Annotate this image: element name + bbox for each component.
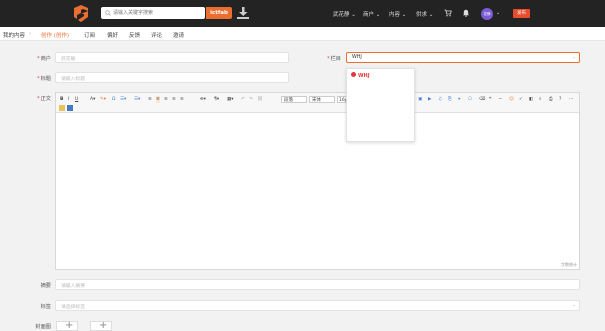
align-justify-icon[interactable]: ≡ <box>172 96 176 103</box>
video-icon[interactable]: ▶ <box>428 96 431 103</box>
redo-icon[interactable]: ↷ <box>249 96 253 103</box>
tab-invite[interactable]: 邀请 <box>173 31 184 39</box>
top-navigation-bar: ictfab 武花静 ⌄ 商户 ⌄ 内容 ⌄ 供求 ⌄ 花静 ⌄ 发布 <box>0 0 605 27</box>
align-left-icon[interactable]: ≡ <box>148 96 152 103</box>
title-input[interactable]: 请输入标题 <box>55 72 289 83</box>
italic-button[interactable]: I <box>68 96 69 103</box>
undo-icon[interactable]: ↶ <box>241 96 245 103</box>
underline-button[interactable]: U <box>75 96 78 103</box>
more-icon[interactable]: ⋯ <box>569 96 574 103</box>
word-count: 字数统计 <box>561 262 577 267</box>
chevron-down-icon[interactable]: ⌄ <box>496 10 500 16</box>
nav-content-menu[interactable]: 内容 ⌄ <box>389 10 406 18</box>
paragraph-format-select[interactable]: 段落 <box>281 96 307 103</box>
tab-feedback[interactable]: 反馈 <box>129 31 140 39</box>
body-label: *正文 <box>37 96 51 102</box>
align-center-icon[interactable]: ≡ <box>156 96 160 103</box>
chevron-down-icon: ⌄ <box>428 12 434 18</box>
editor-toolbar: B I U A▾ ✎▾ Ω ☰▾ ☰▾ ≡ ≡ ≡ ≡ ≡ ⛯▾ ¶▾ ▦▾ ↶… <box>56 93 579 113</box>
merchant-label: *商户 <box>37 56 51 62</box>
print-icon[interactable]: ⎙ <box>549 96 553 103</box>
format-icon[interactable]: ¶▾ <box>214 96 219 103</box>
chevron-down-icon: ⌄ <box>375 12 381 18</box>
nav-merchant-label: 商户 <box>363 12 375 18</box>
tags-select[interactable]: 请选择标签 ⌄ <box>55 300 580 311</box>
paint-icon[interactable]: ⛯▾ <box>200 96 206 103</box>
plus-icon: + <box>99 320 108 331</box>
align-right-icon[interactable]: ≡ <box>164 96 168 103</box>
option-badge-icon <box>351 72 356 77</box>
tags-placeholder: 请选择标签 <box>61 305 85 310</box>
bold-button[interactable]: B <box>60 96 63 103</box>
tab-create[interactable]: 创作 (创作) <box>41 31 69 39</box>
image-icon[interactable]: ▣ <box>418 96 422 103</box>
site-logo-icon[interactable] <box>72 5 90 22</box>
map-icon[interactable]: ⌖ <box>458 96 461 103</box>
link-icon[interactable]: ⛓ <box>257 96 263 103</box>
ordered-list-icon[interactable]: ☰▾ <box>120 96 126 103</box>
spellcheck-icon[interactable]: ✓ <box>519 96 523 103</box>
music-icon[interactable]: ♫ <box>438 96 442 103</box>
indent-icon[interactable]: ≡ <box>180 96 184 103</box>
download-icon[interactable] <box>236 6 250 20</box>
emoji-icon[interactable]: ☺ <box>509 96 514 103</box>
tags-label: 标签 <box>40 304 51 310</box>
template-icon[interactable] <box>59 105 65 111</box>
source-code-icon[interactable] <box>67 105 73 111</box>
breadcrumb[interactable]: 我的内容 <box>3 31 25 39</box>
bell-icon[interactable] <box>462 9 470 17</box>
chevron-down-icon: ⌄ <box>572 55 576 60</box>
hr-icon[interactable]: ─ <box>499 96 502 103</box>
chevron-down-icon: ⌄ <box>572 303 576 308</box>
post-button[interactable]: 发布 <box>513 9 530 18</box>
plus-icon: + <box>65 320 74 331</box>
font-color-button[interactable]: A▾ <box>90 96 95 103</box>
code-icon[interactable]: ⎔ <box>468 96 472 103</box>
nav-merchant-menu[interactable]: 商户 ⌄ <box>363 10 380 18</box>
column-label: *栏目 <box>327 56 341 62</box>
table-icon[interactable]: ▦▾ <box>227 96 234 103</box>
nav-supply-label: 供求 <box>416 12 428 18</box>
summary-placeholder: 请输入摘要 <box>61 284 85 289</box>
search-button[interactable]: ictfab <box>206 7 232 19</box>
quote-icon[interactable]: ❝ <box>489 96 491 103</box>
search-box <box>101 7 205 19</box>
chevron-down-icon: ⌄ <box>401 12 407 18</box>
search-replace-icon[interactable]: ⌕ <box>539 96 542 103</box>
title-label: *标题 <box>37 76 51 82</box>
special-char-icon[interactable]: Ω <box>112 96 115 103</box>
column-select[interactable]: WHJ ⌄ <box>346 52 580 63</box>
rich-text-editor[interactable]: B I U A▾ ✎▾ Ω ☰▾ ☰▾ ≡ ≡ ≡ ≡ ≡ ⛯▾ ¶▾ ▦▾ ↶… <box>55 92 580 270</box>
tab-subscribe[interactable]: 订阅 <box>84 31 95 39</box>
column-value: WHJ <box>352 55 362 60</box>
attachment-icon[interactable]: ⎘ <box>448 96 452 103</box>
highlight-button[interactable]: ✎▾ <box>100 96 106 103</box>
column-option-whj[interactable]: WHJ <box>351 72 370 79</box>
summary-input[interactable]: 请输入摘要 <box>55 279 580 290</box>
tab-comments[interactable]: 评论 <box>151 31 162 39</box>
cart-icon[interactable] <box>444 9 452 17</box>
breadcrumb-chevron-icon: › <box>29 31 32 37</box>
nav-user-label: 武花静 <box>333 12 350 18</box>
nav-user-menu[interactable]: 武花静 ⌄ <box>333 10 356 18</box>
chevron-down-icon: ⌄ <box>351 12 356 18</box>
summary-label: 摘要 <box>40 283 51 289</box>
clear-format-icon[interactable]: ⌫ <box>479 96 485 103</box>
search-icon <box>105 10 111 16</box>
cover-label: 封面图 <box>35 324 51 330</box>
title-placeholder: 请输入标题 <box>61 77 85 82</box>
preview-icon[interactable]: ◧ <box>529 96 533 103</box>
nav-supply-menu[interactable]: 供求 ⌄ <box>416 10 433 18</box>
tab-preference[interactable]: 偏好 <box>107 31 118 39</box>
nav-content-label: 内容 <box>389 12 401 18</box>
help-icon[interactable]: ? <box>559 96 561 103</box>
sub-navigation: 我的内容 › 创作 (创作) 订阅 偏好 反馈 评论 邀请 <box>0 27 605 41</box>
search-input[interactable] <box>113 8 203 18</box>
avatar[interactable]: 花静 <box>481 8 493 20</box>
column-dropdown: WHJ <box>346 68 415 142</box>
merchant-placeholder: 武花静 <box>61 57 76 62</box>
unordered-list-icon[interactable]: ☰▾ <box>134 96 140 103</box>
merchant-select[interactable]: 武花静 <box>55 52 289 63</box>
font-family-select[interactable]: 宋体 <box>309 96 335 103</box>
